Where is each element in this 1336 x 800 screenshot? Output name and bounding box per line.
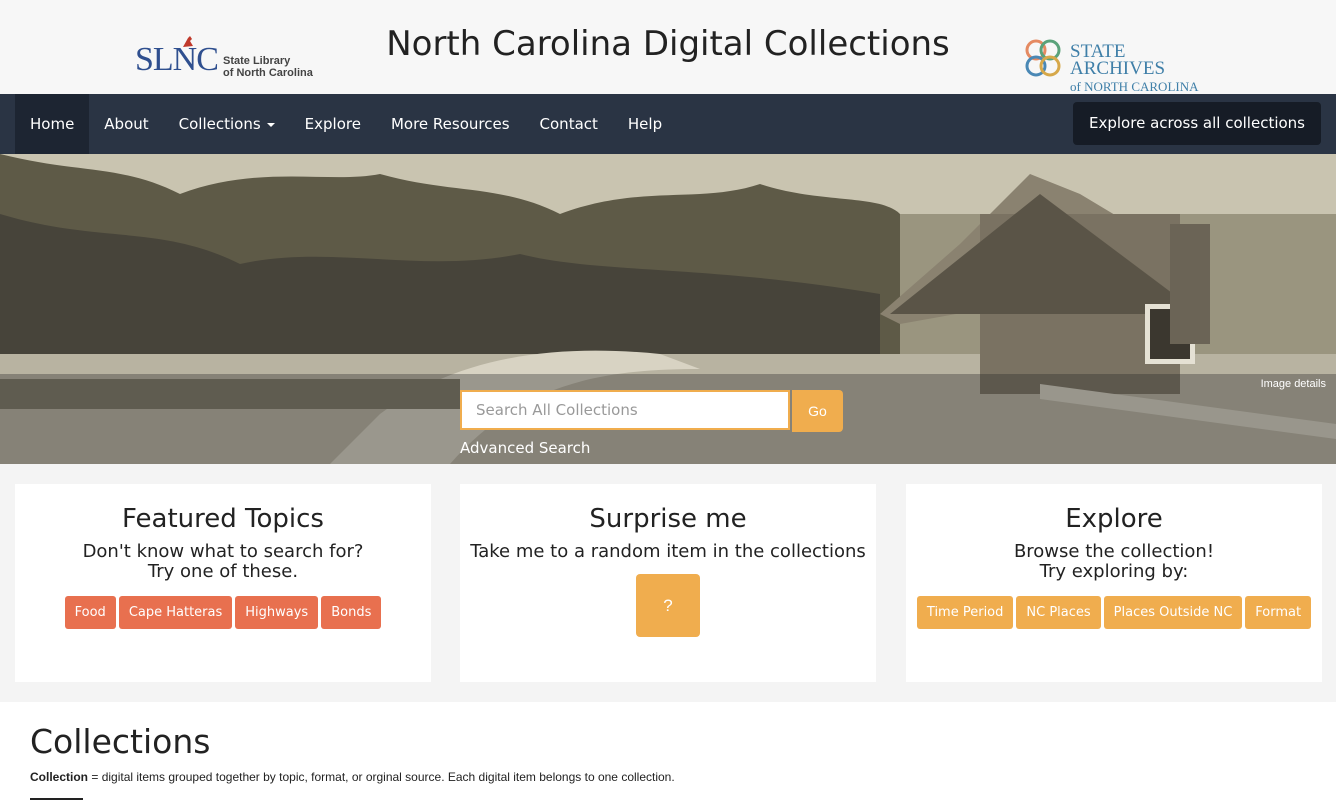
- state-archives-logo[interactable]: STATE ARCHIVES of NORTH CAROLINA: [1020, 36, 1220, 94]
- caret-down-icon: [266, 122, 275, 127]
- nav-items: Home About Collections Explore More Reso…: [15, 94, 677, 154]
- random-item-button[interactable]: ?: [636, 574, 700, 637]
- explore-places-outside-nc-button[interactable]: Places Outside NC: [1103, 596, 1243, 629]
- search-all-collections-input[interactable]: Search All Collections: [460, 390, 790, 430]
- featured-topics-line2: Try one of these.: [147, 561, 299, 582]
- clover-icon: [1025, 39, 1061, 77]
- featured-topics-buttons: Food Cape Hatteras Highways Bonds: [15, 596, 431, 629]
- nav-explore[interactable]: Explore: [290, 94, 376, 154]
- state-archives-line2: of NORTH CAROLINA: [1070, 79, 1199, 94]
- explore-all-collections-button[interactable]: Explore across all collections: [1073, 102, 1321, 145]
- collection-definition: Collection = digital items grouped toget…: [30, 770, 675, 784]
- explore-panel: Explore Browse the collection! Try explo…: [906, 484, 1322, 682]
- nav-contact[interactable]: Contact: [525, 94, 613, 154]
- featured-topics-title: Featured Topics: [122, 504, 324, 534]
- nav-help[interactable]: Help: [613, 94, 677, 154]
- nav-collections-label: Collections: [178, 115, 261, 133]
- hero-banner: Image details Search All Collections Go …: [0, 154, 1336, 464]
- collection-term: Collection: [30, 770, 89, 784]
- site-header: SLNC State Library of North Carolina Nor…: [0, 0, 1336, 94]
- explore-buttons: Time Period NC Places Places Outside NC …: [906, 596, 1322, 629]
- topic-cape-hatteras-button[interactable]: Cape Hatteras: [118, 596, 233, 629]
- topic-highways-button[interactable]: Highways: [235, 596, 319, 629]
- main-navbar: Home About Collections Explore More Reso…: [0, 94, 1336, 154]
- advanced-search-link[interactable]: Advanced Search: [460, 439, 590, 457]
- featured-topics-panel: Featured Topics Don't know what to searc…: [15, 484, 431, 682]
- image-details-link[interactable]: Image details: [1261, 378, 1326, 390]
- nav-more-resources[interactable]: More Resources: [376, 94, 525, 154]
- state-archives-text: STATE ARCHIVES of NORTH CAROLINA: [1070, 41, 1220, 95]
- collections-title: Collections: [30, 722, 211, 761]
- featured-topics-line1: Don't know what to search for?: [82, 541, 364, 562]
- topic-bonds-button[interactable]: Bonds: [321, 596, 382, 629]
- explore-format-button[interactable]: Format: [1245, 596, 1312, 629]
- collections-section: Collections Collection = digital items g…: [0, 702, 1336, 800]
- surprise-me-title: Surprise me: [589, 504, 747, 534]
- collection-definition-text: = digital items grouped together by topi…: [88, 770, 675, 784]
- nav-home[interactable]: Home: [15, 94, 90, 154]
- explore-title: Explore: [1065, 504, 1163, 534]
- explore-line2: Try exploring by:: [1039, 561, 1189, 582]
- slnc-logo-line2: of North Carolina: [223, 67, 313, 79]
- nav-collections-dropdown[interactable]: Collections: [164, 94, 290, 154]
- explore-line1: Browse the collection!: [1013, 541, 1215, 562]
- surprise-me-text: Take me to a random item in the collecti…: [470, 541, 866, 562]
- search-go-button[interactable]: Go: [792, 390, 843, 432]
- surprise-me-panel: Surprise me Take me to a random item in …: [460, 484, 876, 682]
- explore-time-period-button[interactable]: Time Period: [916, 596, 1014, 629]
- explore-nc-places-button[interactable]: NC Places: [1016, 596, 1101, 629]
- nav-about[interactable]: About: [89, 94, 163, 154]
- topic-food-button[interactable]: Food: [64, 596, 116, 629]
- state-archives-line1: STATE ARCHIVES: [1070, 41, 1166, 79]
